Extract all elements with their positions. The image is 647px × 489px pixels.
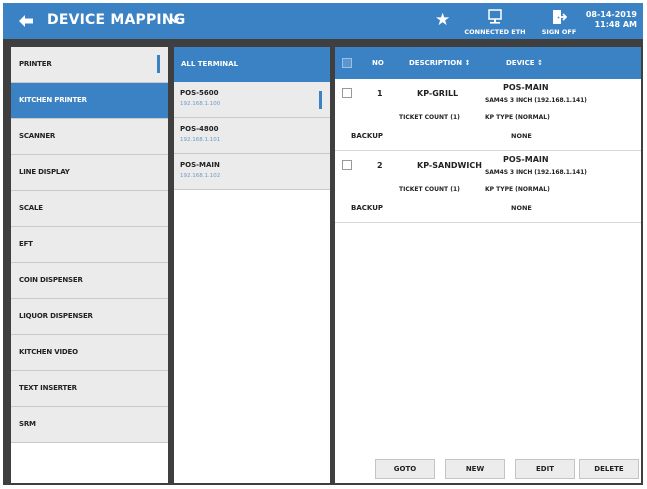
- selection-marker: [157, 55, 160, 73]
- back-arrow-icon[interactable]: [17, 13, 35, 29]
- category-label: KITCHEN PRINTER: [19, 96, 87, 104]
- column-header-device[interactable]: DEVICE ↕: [506, 59, 543, 67]
- selection-marker: [319, 91, 322, 109]
- category-label: EFT: [19, 240, 33, 248]
- terminal-list: ALL TERMINAL POS-5600 192.168.1.100 POS-…: [174, 47, 330, 483]
- connection-status: CONNECTED ETH: [463, 7, 527, 37]
- row-checkbox[interactable]: [342, 160, 352, 170]
- category-kitchen-printer[interactable]: KITCHEN PRINTER: [11, 83, 168, 119]
- category-text-inserter[interactable]: TEXT INSERTER: [11, 371, 168, 407]
- row-ticket-count: TICKET COUNT (1): [399, 114, 460, 121]
- terminal-ip: 192.168.1.100: [180, 101, 221, 107]
- category-label: TEXT INSERTER: [19, 384, 77, 392]
- terminal-name: POS-MAIN: [180, 161, 220, 169]
- time-text: 11:48 AM: [594, 20, 637, 29]
- sign-off-icon: [553, 10, 567, 24]
- device-category-list: PRINTER KITCHEN PRINTER SCANNER LINE DIS…: [11, 47, 168, 483]
- terminal-ip: 192.168.1.101: [180, 137, 221, 143]
- terminal-name: POS-5600: [180, 89, 219, 97]
- row-backup-value: NONE: [511, 204, 532, 212]
- row-number: 2: [377, 161, 383, 170]
- table-row[interactable]: 1 KP-GRILL POS-MAIN SAM4S 3 INCH (192.16…: [335, 79, 641, 151]
- category-scanner[interactable]: SCANNER: [11, 119, 168, 155]
- favorite-star-icon[interactable]: ★: [435, 11, 450, 29]
- new-button[interactable]: NEW: [445, 459, 505, 479]
- page-title[interactable]: DEVICE MAPPING: [47, 12, 185, 28]
- category-label: LIQUOR DISPENSER: [19, 312, 93, 320]
- table-row[interactable]: 2 KP-SANDWICH POS-MAIN SAM4S 3 INCH (192…: [335, 151, 641, 223]
- category-label: SRM: [19, 420, 36, 428]
- terminal-ip: 192.168.1.102: [180, 173, 221, 179]
- chevron-down-icon[interactable]: [169, 15, 181, 25]
- category-label: COIN DISPENSER: [19, 276, 83, 284]
- category-eft[interactable]: EFT: [11, 227, 168, 263]
- connection-label: CONNECTED ETH: [464, 28, 526, 36]
- row-description: KP-GRILL: [417, 89, 459, 98]
- all-terminal-header[interactable]: ALL TERMINAL: [174, 47, 330, 82]
- column-header-description[interactable]: DESCRIPTION ↕: [409, 59, 470, 67]
- terminal-name: POS-4800: [180, 125, 219, 133]
- row-device-name: POS-MAIN: [503, 83, 549, 92]
- row-description: KP-SANDWICH: [417, 161, 482, 170]
- category-kitchen-video[interactable]: KITCHEN VIDEO: [11, 335, 168, 371]
- category-printer[interactable]: PRINTER: [11, 47, 168, 83]
- category-srm[interactable]: SRM: [11, 407, 168, 443]
- category-liquor-dispenser[interactable]: LIQUOR DISPENSER: [11, 299, 168, 335]
- select-all-checkbox[interactable]: [342, 58, 352, 68]
- category-label: KITCHEN VIDEO: [19, 348, 78, 356]
- edit-button[interactable]: EDIT: [515, 459, 575, 479]
- row-kp-type: KP TYPE (NORMAL): [485, 114, 550, 121]
- column-header-no: NO: [372, 59, 384, 67]
- row-backup-value: NONE: [511, 132, 532, 140]
- category-label: SCANNER: [19, 132, 56, 140]
- row-device-detail: SAM4S 3 INCH (192.168.1.141): [485, 97, 587, 104]
- terminal-item-pos-main[interactable]: POS-MAIN 192.168.1.102: [174, 154, 330, 190]
- network-icon: [488, 9, 502, 24]
- category-label: PRINTER: [19, 60, 52, 68]
- date-text: 08-14-2019: [585, 10, 637, 19]
- row-checkbox[interactable]: [342, 88, 352, 98]
- top-bar: DEVICE MAPPING ★ CONNECTED ETH SIGN OFF …: [3, 3, 643, 39]
- category-line-display[interactable]: LINE DISPLAY: [11, 155, 168, 191]
- row-device-name: POS-MAIN: [503, 155, 549, 164]
- all-terminal-label: ALL TERMINAL: [181, 60, 239, 68]
- category-label: SCALE: [19, 204, 43, 212]
- row-number: 1: [377, 89, 383, 98]
- row-kp-type: KP TYPE (NORMAL): [485, 186, 550, 193]
- terminal-item-pos-4800[interactable]: POS-4800 192.168.1.101: [174, 118, 330, 154]
- category-coin-dispenser[interactable]: COIN DISPENSER: [11, 263, 168, 299]
- sign-off-button[interactable]: SIGN OFF: [537, 7, 581, 37]
- mapping-grid: NO DESCRIPTION ↕ DEVICE ↕ 1 KP-GRILL POS…: [335, 47, 641, 483]
- row-backup-label: BACKUP: [351, 204, 384, 212]
- row-ticket-count: TICKET COUNT (1): [399, 186, 460, 193]
- date-time: 08-14-2019 11:48 AM: [586, 10, 637, 30]
- goto-button[interactable]: GOTO: [375, 459, 435, 479]
- delete-button[interactable]: DELETE: [579, 459, 639, 479]
- terminal-item-pos-5600[interactable]: POS-5600 192.168.1.100: [174, 82, 330, 118]
- action-bar: GOTO NEW EDIT DELETE: [335, 449, 641, 483]
- grid-header: NO DESCRIPTION ↕ DEVICE ↕: [335, 47, 641, 79]
- row-backup-label: BACKUP: [351, 132, 384, 140]
- category-label: LINE DISPLAY: [19, 168, 70, 176]
- category-scale[interactable]: SCALE: [11, 191, 168, 227]
- row-device-detail: SAM4S 3 INCH (192.168.1.141): [485, 169, 587, 176]
- sign-off-label: SIGN OFF: [541, 28, 577, 36]
